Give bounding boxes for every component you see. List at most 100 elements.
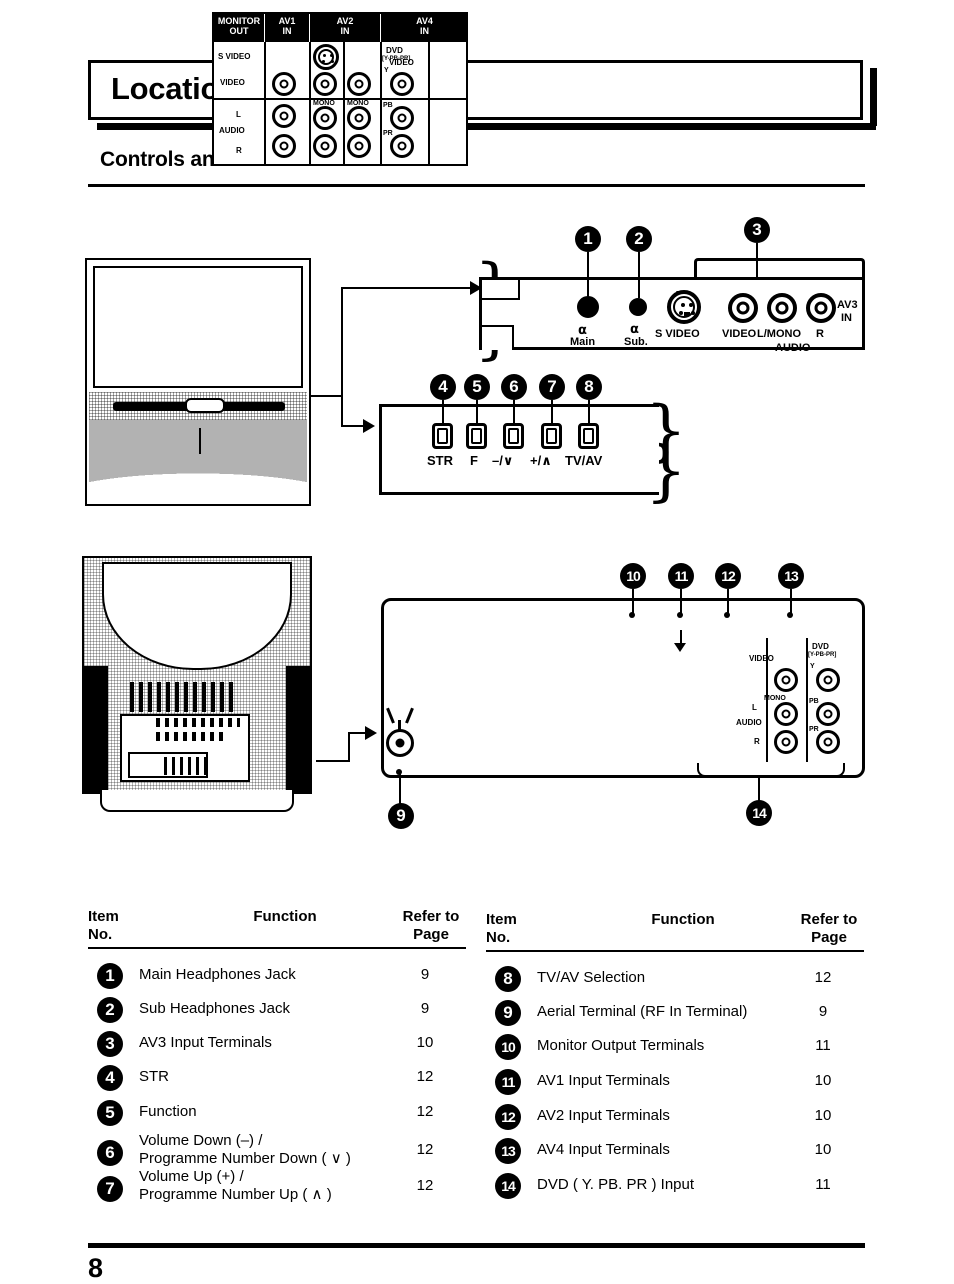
leader-line [311,395,343,397]
s-video-label: S VIDEO [655,328,700,340]
callout-dot-9 [396,769,402,775]
callout-badge-12: 12 [715,563,741,589]
table-row-function: AV1 Input Terminals [537,1072,670,1089]
av1-s-video-connector [313,44,339,70]
callout-badge-8: 8 [576,374,602,400]
svideo-row-label: S VIDEO [218,52,251,61]
main-headphones-jack [577,296,599,318]
sub-jack-label: Sub. [624,336,648,348]
table-row-function: DVD ( Y. PB. PR ) Input [537,1176,695,1193]
tv-av-button[interactable] [578,423,599,449]
volume-down-button-label: –/∨ [492,453,514,468]
audio-right-label: R [816,328,824,340]
table-row-badge: 13 [495,1138,521,1164]
l-mono-label: L/MONO [757,328,801,340]
section-rule [88,184,865,187]
function-button-label: F [470,453,478,468]
table-row-page: 12 [814,969,832,986]
function-button[interactable] [466,423,487,449]
table-row-page: 12 [416,1103,434,1120]
tv-cabinet-seam [199,428,201,454]
av4-in-group-header: AV4 IN [381,14,468,42]
callout-badge-5: 5 [464,374,490,400]
s-video-connector [667,290,701,324]
av2-in-group-header: AV2 IN [310,14,380,42]
sub-headphones-jack [629,298,647,316]
audio-left-mono-rca-jack [767,293,797,323]
aerial-icon-arm-right [405,707,414,724]
table-row-badge: 1 [97,963,123,989]
audio-group-label: AUDIO [775,342,811,354]
table-header-item: Item No. [88,908,119,943]
table-row-page: 10 [814,1141,832,1158]
footer-rule [88,1243,865,1248]
front-button-bar [379,404,659,495]
leader-line [316,760,350,762]
callout-leader-9 [399,772,401,804]
table-row-page: 10 [416,1034,434,1051]
table-row-badge: 7 [97,1176,123,1202]
column-divider [264,42,266,166]
panel-notch [482,326,514,350]
tv-vent-slots [156,732,226,741]
tv-screen [93,266,303,388]
table-row-function: Sub Headphones Jack [139,1000,290,1017]
tv-control-knob [185,398,225,413]
table-row-badge: 4 [97,1065,123,1091]
table-header-item: Item No. [486,911,517,946]
monitor-out-audio-l-jack [272,104,296,128]
callout-badge-11: 11 [668,563,694,589]
table-row-page: 11 [815,1176,831,1193]
column-divider [309,42,311,166]
leader-arrow [363,419,375,433]
manual-page: Location of Controls Controls and Termin… [0,0,954,1283]
av3-in-label-line1: AV3 [837,299,858,311]
callout-badge-6: 6 [501,374,527,400]
table-row-page: 10 [814,1107,832,1124]
table-row-function: TV/AV Selection [537,969,646,986]
volume-down-button[interactable] [503,423,524,449]
av4-audio-label: AUDIO [736,718,762,727]
tv-cabinet-lower [89,420,307,502]
av1-audio-l-jack [313,106,337,130]
tv-vent-slots [156,718,240,727]
tv-rear-illustration [72,556,322,818]
av1-in-group-header: AV1 IN [265,14,309,42]
aerial-icon-arm-left [386,707,395,724]
table-row-function-line2: Programme Number Up ( ∧ ) [139,1186,332,1203]
table-row-badge: 12 [495,1104,521,1130]
av4-video-label: VIDEO [749,654,774,663]
column-divider [428,42,430,166]
table-row-function: Main Headphones Jack [139,966,296,983]
tv-rear-side-right [286,666,310,792]
av2-dvd-pr-label: PR [383,130,393,137]
av2-dvd-label: DVD [386,46,403,55]
str-button[interactable] [432,423,453,449]
tv-rear-side-left [84,666,108,792]
volume-up-button[interactable] [541,423,562,449]
av2-dvd-y-label: Y [384,67,389,74]
table-row-page: 12 [416,1177,434,1194]
table-row-page: 9 [420,1000,430,1017]
tv-pedestal [100,790,294,812]
table-row-badge: 14 [495,1173,521,1199]
table-row-badge: 2 [97,997,123,1023]
av4-video-jack [774,668,798,692]
av2-dvd-pr-jack [390,134,414,158]
table-row-page: 11 [815,1037,831,1054]
audio-right-row-label: R [236,146,242,155]
av4-audio-l-jack [774,702,798,726]
callout-badge-4: 4 [430,374,456,400]
av2-dvd-y-jack [390,72,414,96]
table-row-badge: 10 [495,1034,521,1060]
table-header-refer: Refer to Page [800,911,858,946]
av4-dvd-pb-label: PB [809,698,819,705]
callout-badge-3: 3 [744,217,770,243]
table-row-page: 10 [814,1072,832,1089]
aerial-terminal-icon [386,729,414,757]
av2-dvd-pb-label: PB [383,102,393,109]
av1-s-video-arrow [674,643,686,652]
callout-leader-14 [758,775,760,801]
page-number: 8 [88,1253,104,1283]
video-row-label: VIDEO [220,78,245,87]
